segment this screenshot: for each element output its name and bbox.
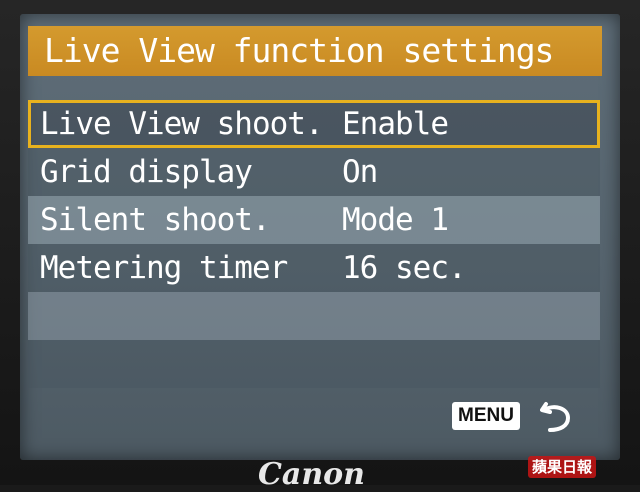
menu-item-value: On (342, 154, 378, 190)
return-arrow-icon[interactable] (540, 398, 574, 434)
menu-item-metering-timer[interactable]: Metering timer 16 sec. (28, 244, 600, 292)
menu-item-silent-shoot[interactable]: Silent shoot. Mode 1 (28, 196, 600, 244)
menu-title: Live View function settings (28, 26, 602, 76)
menu-item-grid-display[interactable]: Grid display On (28, 148, 600, 196)
menu-item-label: Silent shoot. (40, 202, 271, 238)
menu-item-value: 16 sec. (342, 250, 467, 286)
menu-item-label: Grid display (40, 154, 253, 190)
menu-item-value: Mode 1 (342, 202, 449, 238)
menu-item-value: Enable (342, 106, 449, 142)
empty-row (28, 292, 600, 340)
brand-logo: Canon (258, 457, 365, 492)
menu-item-label: Metering timer (40, 250, 288, 286)
menu-button[interactable]: MENU (452, 402, 520, 430)
settings-list: Live View shoot. Enable Grid display On … (28, 100, 600, 388)
empty-row (28, 340, 600, 388)
watermark: 蘋果日報 (528, 456, 597, 478)
menu-item-label: Live View shoot. (40, 106, 324, 142)
menu-item-live-view-shoot[interactable]: Live View shoot. Enable (28, 100, 600, 148)
